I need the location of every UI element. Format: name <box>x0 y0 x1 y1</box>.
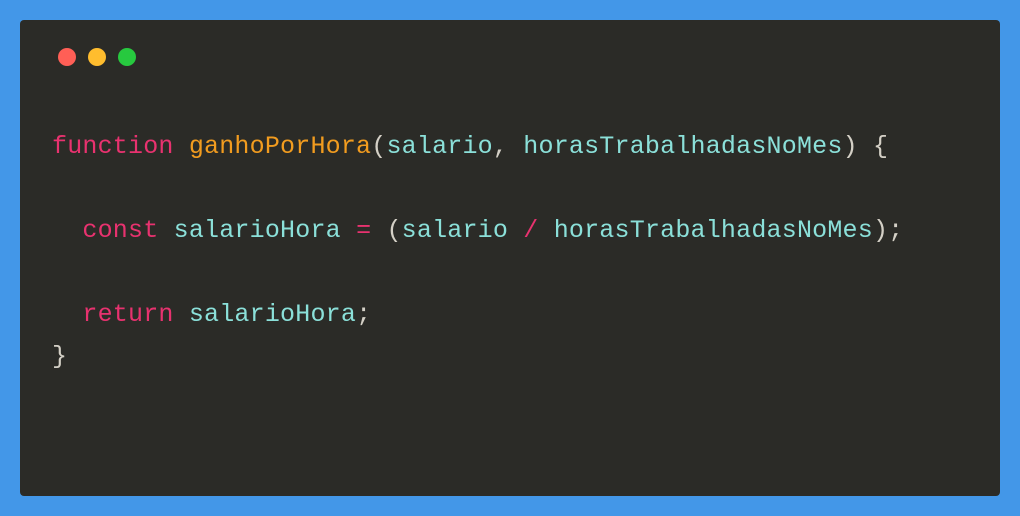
comma: , <box>493 132 523 161</box>
keyword-return: return <box>82 300 173 329</box>
var-salario: salario <box>402 216 508 245</box>
maximize-icon[interactable] <box>118 48 136 66</box>
semicolon: ; <box>888 216 903 245</box>
operator-div: / <box>523 216 538 245</box>
var-salariohora: salarioHora <box>189 300 356 329</box>
brace-open: { <box>858 132 888 161</box>
function-name: ganhoPorHora <box>189 132 371 161</box>
param-horas: horasTrabalhadasNoMes <box>523 132 842 161</box>
keyword-const: const <box>82 216 158 245</box>
space <box>371 216 386 245</box>
code-window: function ganhoPorHora(salario, horasTrab… <box>20 20 1000 496</box>
paren-open: ( <box>386 216 401 245</box>
minimize-icon[interactable] <box>88 48 106 66</box>
keyword-function: function <box>52 132 174 161</box>
space <box>539 216 554 245</box>
close-icon[interactable] <box>58 48 76 66</box>
paren-close: ) <box>873 216 888 245</box>
var-horas: horasTrabalhadasNoMes <box>554 216 873 245</box>
semicolon: ; <box>356 300 371 329</box>
indent <box>52 216 82 245</box>
space <box>341 216 356 245</box>
space <box>158 216 173 245</box>
space <box>174 132 189 161</box>
space <box>508 216 523 245</box>
code-block: function ganhoPorHora(salario, horasTrab… <box>52 126 968 378</box>
space <box>174 300 189 329</box>
paren-close: ) <box>843 132 858 161</box>
paren-open: ( <box>371 132 386 161</box>
traffic-lights <box>58 48 968 66</box>
brace-close: } <box>52 342 67 371</box>
param-salario: salario <box>386 132 492 161</box>
indent <box>52 300 82 329</box>
operator-eq: = <box>356 216 371 245</box>
var-salariohora: salarioHora <box>174 216 341 245</box>
